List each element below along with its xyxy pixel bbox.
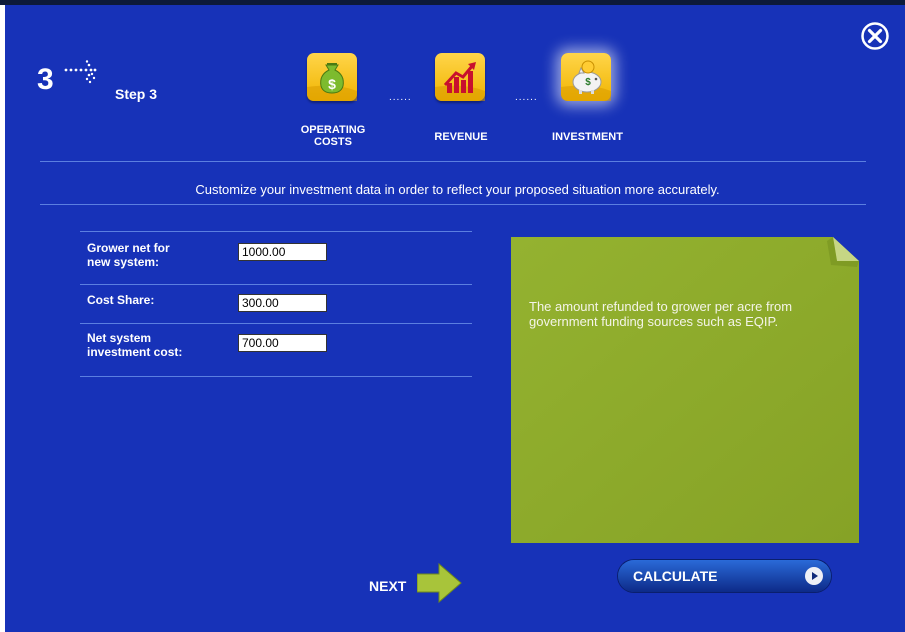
- piggy-bank-icon: $: [561, 60, 611, 101]
- divider: [40, 161, 866, 162]
- instruction-text: Customize your investment data in order …: [195, 182, 720, 197]
- next-arrow-icon[interactable]: [416, 562, 463, 609]
- net-system-label-line2: investment cost:: [87, 345, 183, 359]
- tab-operating-costs[interactable]: $: [307, 53, 357, 101]
- tab-separator: ......: [515, 92, 538, 103]
- next-label[interactable]: NEXT: [369, 578, 406, 594]
- step-number: 3: [37, 63, 54, 96]
- help-note: [511, 237, 859, 543]
- net-system-label-line1: Net system: [87, 331, 152, 345]
- grower-net-label-line2: new system:: [87, 255, 160, 269]
- grower-net-label-line1: Grower net for: [87, 241, 170, 255]
- svg-text:$: $: [328, 76, 336, 92]
- close-button[interactable]: [860, 21, 890, 51]
- form-divider: [80, 323, 472, 324]
- tab-label-revenue: REVENUE: [434, 131, 488, 143]
- form-divider: [80, 284, 472, 285]
- tab-investment[interactable]: $: [561, 53, 611, 101]
- form-divider: [80, 231, 472, 232]
- cost-share-input[interactable]: 300.00: [238, 294, 327, 312]
- close-icon: [861, 22, 889, 50]
- growth-chart-icon: [435, 62, 485, 101]
- play-icon: [805, 567, 823, 585]
- svg-text:$: $: [585, 77, 591, 88]
- tab-label-operating-costs: OPERATING COSTS: [300, 124, 366, 148]
- help-note-text: The amount refunded to grower per acre f…: [529, 299, 793, 329]
- net-system-input[interactable]: 700.00: [238, 334, 327, 352]
- calculate-label: CALCULATE: [633, 568, 718, 584]
- wizard-panel: 3 Step 3 $ ...... ...... $ OPERATING COS…: [5, 5, 905, 632]
- net-system-label: Net system investment cost:: [87, 331, 182, 359]
- grower-net-label: Grower net for new system:: [87, 241, 170, 269]
- cost-share-label-line1: Cost Share:: [87, 293, 155, 307]
- calculate-button[interactable]: CALCULATE: [618, 560, 831, 592]
- tab-revenue[interactable]: [435, 53, 485, 101]
- tab-label-investment: INVESTMENT: [552, 131, 623, 143]
- money-bag-icon: $: [307, 63, 357, 101]
- grower-net-input[interactable]: 1000.00: [238, 243, 327, 261]
- tab-separator: ......: [389, 92, 412, 103]
- step-label: Step 3: [115, 86, 158, 102]
- dotted-arrow-icon: [63, 60, 103, 95]
- form-divider: [80, 376, 472, 377]
- cost-share-label: Cost Share:: [87, 293, 154, 307]
- divider: [40, 204, 866, 205]
